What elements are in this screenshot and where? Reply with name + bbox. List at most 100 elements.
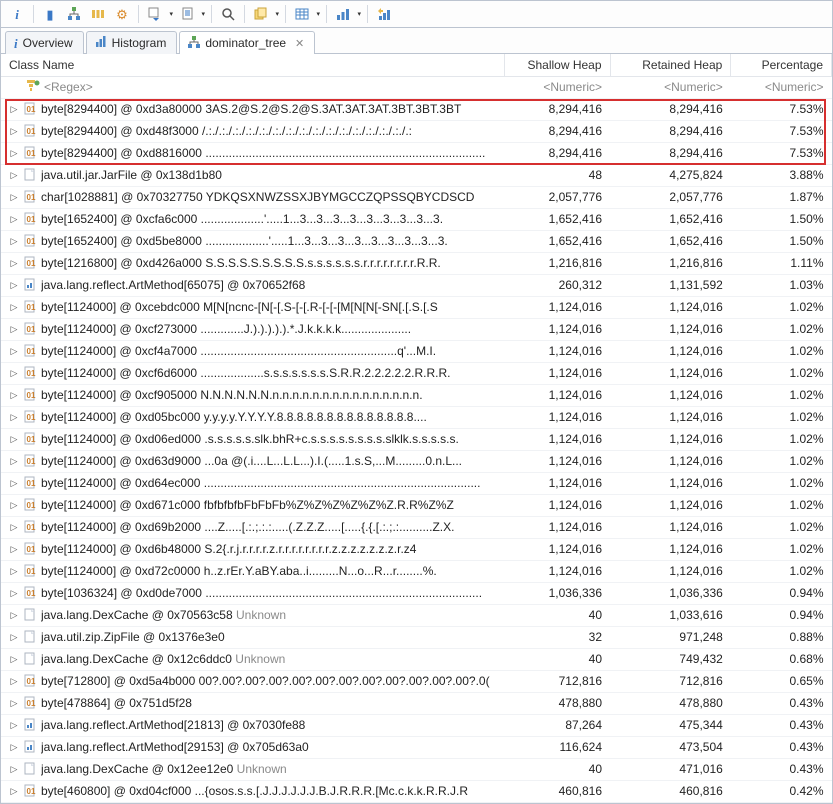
run-query-button[interactable] <box>144 3 174 25</box>
expander-icon[interactable]: ▷ <box>9 302 19 313</box>
table-row[interactable]: ▷01byte[1124000] @ 0xd06ed000 .s.s.s.s.s… <box>1 428 832 450</box>
table-row[interactable]: ▷01byte[8294400] @ 0xd3a80000 3AS.2@S.2@… <box>1 98 832 120</box>
table-row[interactable]: ▷java.lang.DexCache @ 0x12c6ddc0 Unknown… <box>1 648 832 670</box>
expander-icon[interactable]: ▷ <box>9 544 19 555</box>
table-row[interactable]: ▷java.util.zip.ZipFile @ 0x1376e3e032971… <box>1 626 832 648</box>
table-row[interactable]: ▷01byte[1124000] @ 0xcf6d6000 ..........… <box>1 362 832 384</box>
table-row[interactable]: ▷01byte[1216800] @ 0xd426a000 S.S.S.S.S.… <box>1 252 832 274</box>
expander-icon[interactable]: ▷ <box>9 104 19 115</box>
expander-icon[interactable]: ▷ <box>9 412 19 423</box>
threads-button[interactable] <box>87 3 109 25</box>
table-row[interactable]: ▷ java.lang.DexCache @ 0x12ee12e0 Unknown… <box>1 758 832 780</box>
expander-icon[interactable]: ▷ <box>9 786 19 797</box>
expander-icon[interactable]: ▷ <box>9 280 19 291</box>
table-row[interactable]: ▷01byte[1124000] @ 0xcebdc000 M[N[ncnc-[… <box>1 296 832 318</box>
table-row[interactable]: ▷01byte[478864] @ 0x751d5f28478,880478,8… <box>1 692 832 714</box>
table-row[interactable]: ▷01byte[1124000] @ 0xd69b2000 ....Z.....… <box>1 516 832 538</box>
tab-overview[interactable]: i Overview <box>5 31 84 54</box>
table-row[interactable]: ▷01char[1028881] @ 0x70327750 YDKQSXNWZS… <box>1 186 832 208</box>
refresh-button[interactable] <box>373 3 395 25</box>
table-menu-button[interactable] <box>291 3 321 25</box>
cell-shallow: 1,216,816 <box>504 252 610 274</box>
expander-icon[interactable]: ▷ <box>9 258 19 269</box>
table-row[interactable]: ▷01byte[1124000] @ 0xd64ec000 ..........… <box>1 472 832 494</box>
class-name-text: java.lang.DexCache @ 0x12ee12e0 Unknown <box>41 762 496 776</box>
expander-icon[interactable]: ▷ <box>9 720 19 731</box>
table-row[interactable]: ▷java.lang.reflect.ArtMethod[65075] @ 0x… <box>1 274 832 296</box>
expander-icon[interactable]: ▷ <box>9 148 19 159</box>
dominator-button[interactable] <box>63 3 85 25</box>
byte-array-icon: 01 <box>23 322 37 336</box>
table-row[interactable]: ▷01byte[1124000] @ 0xd72c0000 h..z.rEr.Y… <box>1 560 832 582</box>
histogram-button[interactable]: ▮ <box>39 3 61 25</box>
expander-icon[interactable]: ▷ <box>9 214 19 225</box>
table-row[interactable]: ▷01byte[1124000] @ 0xd671c000 fbfbfbfbFb… <box>1 494 832 516</box>
expander-icon[interactable]: ▷ <box>9 610 19 621</box>
expander-icon[interactable]: ▷ <box>9 126 19 137</box>
expander-icon[interactable]: ▷ <box>9 390 19 401</box>
expander-icon[interactable]: ▷ <box>9 478 19 489</box>
col-name[interactable]: Class Name <box>1 54 504 76</box>
search-button[interactable] <box>217 3 239 25</box>
table-row[interactable]: ▷java.lang.reflect.ArtMethod[29153] @ 0x… <box>1 736 832 758</box>
tab-histogram[interactable]: Histogram <box>86 31 178 54</box>
gc-button[interactable]: ⚙ <box>111 3 133 25</box>
filter-percent[interactable]: <Numeric> <box>731 76 832 98</box>
percent-button[interactable] <box>332 3 362 25</box>
expander-icon[interactable]: ▷ <box>9 500 19 511</box>
table-row[interactable]: ▷01byte[1652400] @ 0xcfa6c000 ..........… <box>1 208 832 230</box>
expander-icon[interactable]: ▷ <box>9 368 19 379</box>
table-row[interactable]: ▷01byte[8294400] @ 0xd8816000 ..........… <box>1 142 832 164</box>
svg-text:01: 01 <box>27 149 36 158</box>
table-row[interactable]: ▷01byte[8294400] @ 0xd48f3000 /.:./.:./.… <box>1 120 832 142</box>
open-report-button[interactable] <box>176 3 206 25</box>
expander-icon[interactable]: ▷ <box>9 324 19 335</box>
expander-icon[interactable]: ▷ <box>9 170 19 181</box>
table-row[interactable]: ▷01byte[1124000] @ 0xd63d9000 ...0a @(.i… <box>1 450 832 472</box>
table-row[interactable]: ▷01byte[1124000] @ 0xcf273000 ..........… <box>1 318 832 340</box>
close-icon[interactable]: ✕ <box>295 37 304 50</box>
filter-shallow[interactable]: <Numeric> <box>504 76 610 98</box>
table-row[interactable]: ▷java.util.jar.JarFile @ 0x138d1b80484,2… <box>1 164 832 186</box>
expander-icon[interactable]: ▷ <box>9 676 19 687</box>
col-shallow[interactable]: Shallow Heap <box>504 54 610 76</box>
table-row[interactable]: ▷01byte[712800] @ 0xd5a4b000 00?.00?.00?… <box>1 670 832 692</box>
class-name-text: byte[1124000] @ 0xd64ec000 .............… <box>41 476 496 490</box>
col-retained[interactable]: Retained Heap <box>610 54 731 76</box>
copy-button[interactable] <box>250 3 280 25</box>
expander-icon[interactable]: ▷ <box>9 192 19 203</box>
filter-retained[interactable]: <Numeric> <box>610 76 731 98</box>
expander-icon[interactable]: ▷ <box>9 588 19 599</box>
expander-icon[interactable]: ▷ <box>9 698 19 709</box>
object-icon <box>23 762 37 776</box>
table-row[interactable]: ▷java.lang.DexCache @ 0x70563c58 Unknown… <box>1 604 832 626</box>
table-header-row: Class Name Shallow Heap Retained Heap Pe… <box>1 54 832 76</box>
table-row[interactable]: ▷01byte[1124000] @ 0xd6b48000 S.2{.r.j.r… <box>1 538 832 560</box>
table-row[interactable]: ▷01byte[1036324] @ 0xd0de7000 ..........… <box>1 582 832 604</box>
table-row[interactable]: ▷01byte[460800] @ 0xd04cf000 ...{osos.s.… <box>1 780 832 802</box>
byte-array-icon: 01 <box>23 388 37 402</box>
expander-icon[interactable]: ▷ <box>9 764 19 775</box>
expander-icon[interactable]: ▷ <box>9 654 19 665</box>
expander-icon[interactable]: ▷ <box>9 742 19 753</box>
filter-icon <box>27 80 40 95</box>
expander-icon[interactable]: ▷ <box>9 236 19 247</box>
col-percent[interactable]: Percentage <box>731 54 832 76</box>
info-button[interactable]: i <box>6 3 28 25</box>
cell-percent: 1.02% <box>731 560 832 582</box>
expander-icon[interactable]: ▷ <box>9 632 19 643</box>
table-row[interactable]: ▷01byte[1124000] @ 0xd05bc000 y.y.y.y.Y.… <box>1 406 832 428</box>
expander-icon[interactable]: ▷ <box>9 522 19 533</box>
cell-shallow: 1,124,016 <box>504 516 610 538</box>
table-row[interactable]: ▷01byte[1652400] @ 0xd5be8000 ..........… <box>1 230 832 252</box>
filter-name[interactable]: <Regex> <box>1 76 504 98</box>
expander-icon[interactable]: ▷ <box>9 346 19 357</box>
expander-icon[interactable]: ▷ <box>9 456 19 467</box>
tab-dominator-tree[interactable]: dominator_tree ✕ <box>179 31 315 54</box>
table-row[interactable]: ▷01byte[1124000] @ 0xcf4a7000 ..........… <box>1 340 832 362</box>
svg-text:01: 01 <box>27 347 36 356</box>
expander-icon[interactable]: ▷ <box>9 434 19 445</box>
table-row[interactable]: ▷01byte[1124000] @ 0xcf905000 N.N.N.N.N.… <box>1 384 832 406</box>
expander-icon[interactable]: ▷ <box>9 566 19 577</box>
table-row[interactable]: ▷java.lang.reflect.ArtMethod[21813] @ 0x… <box>1 714 832 736</box>
